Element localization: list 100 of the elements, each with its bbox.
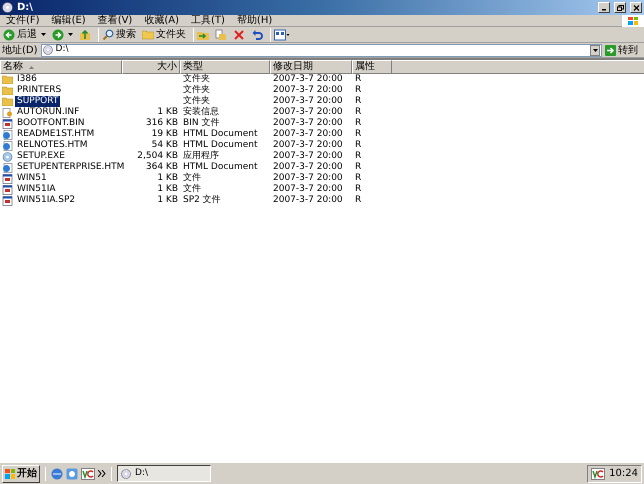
file-name[interactable]: RELNOTES.HTM [15, 140, 90, 151]
modified-date: 2007-3-7 20:00 [273, 184, 343, 194]
file-attributes: R [355, 195, 362, 205]
address-field[interactable]: D:\ [40, 44, 602, 56]
modified-date: 2007-3-7 20:00 [273, 195, 343, 205]
caret-icon [592, 48, 598, 52]
file-type: 文件 [183, 173, 201, 183]
app-icon[interactable] [81, 468, 95, 480]
copy-icon [215, 28, 227, 40]
file-attributes: R [355, 162, 362, 172]
browser-globe-icon[interactable] [51, 468, 63, 480]
windows-logo-icon [622, 14, 644, 26]
modified-date: 2007-3-7 20:00 [273, 74, 343, 84]
file-attributes: R [355, 151, 362, 161]
app-icon[interactable] [591, 468, 606, 480]
menu-item[interactable]: 工具(T) [191, 13, 225, 28]
file-name[interactable]: SETUP.EXE [15, 151, 67, 162]
disc-drive-icon [2, 2, 13, 13]
taskbar-window-button[interactable]: D:\ [117, 465, 211, 482]
disc-drive-icon [121, 468, 131, 478]
file-name[interactable]: SUPPORT [15, 96, 60, 107]
file-name[interactable]: README1ST.HTM [15, 129, 96, 140]
file-attributes: R [355, 140, 362, 150]
minimize-button[interactable] [598, 2, 610, 13]
file-size: 1 KB [157, 107, 178, 118]
file-size: 1 KB [157, 184, 178, 195]
undo-icon [251, 28, 263, 40]
disc-drive-icon [42, 45, 53, 55]
file-name[interactable]: WIN51IA [15, 184, 58, 195]
search-button[interactable]: 搜索 [101, 27, 137, 42]
close-icon [632, 4, 640, 10]
file-name[interactable]: WIN51 [15, 173, 49, 184]
file-attributes: R [355, 184, 362, 194]
clock: 10:24 [609, 467, 638, 481]
menu-item[interactable]: 查看(V) [98, 13, 132, 28]
views-grid-icon [274, 28, 290, 40]
file-type: 文件夹 [183, 74, 210, 84]
column-header[interactable]: 名称 [0, 60, 122, 74]
file-name[interactable]: SETUPENTERPRISE.HTM [15, 162, 126, 173]
chevron-icon[interactable] [98, 470, 106, 477]
windows-logo-icon [5, 468, 15, 478]
undo-button[interactable] [250, 28, 264, 40]
menu-item[interactable]: 帮助(H) [236, 13, 272, 28]
folder-icon [2, 86, 13, 95]
column-header[interactable]: 类型 [180, 60, 270, 74]
file-type: HTML Document [183, 162, 258, 172]
close-button[interactable] [630, 2, 642, 13]
modified-date: 2007-3-7 20:00 [273, 140, 343, 150]
forward-arrow-icon [52, 28, 64, 40]
restore-icon [616, 4, 624, 10]
column-header[interactable]: 修改日期 [270, 60, 352, 74]
file-size: 316 KB [146, 118, 178, 129]
file-attributes: R [355, 129, 362, 139]
file-attributes: R [355, 107, 362, 117]
modified-date: 2007-3-7 20:00 [273, 85, 343, 95]
file-type: 安装信息 [183, 107, 219, 117]
modified-date: 2007-3-7 20:00 [273, 129, 343, 139]
go-button[interactable]: 转到 [605, 42, 642, 58]
delete-button[interactable] [232, 28, 246, 40]
file-size: 1 KB [157, 195, 178, 206]
file-size: 19 KB [152, 129, 178, 140]
file-attributes: R [355, 74, 362, 84]
file-type: SP2 文件 [183, 195, 221, 205]
file-size: 54 KB [152, 140, 178, 151]
views-button[interactable] [273, 28, 291, 40]
folders-button[interactable]: 文件夹 [141, 27, 187, 42]
menu-item[interactable]: 收藏(A) [144, 13, 179, 28]
column-header[interactable]: 大小 [122, 60, 180, 74]
folder-up-icon [79, 28, 91, 40]
forward-button[interactable] [51, 28, 74, 40]
file-type: 文件夹 [183, 96, 210, 106]
file-name[interactable]: AUTORUN.INF [15, 107, 82, 118]
file-type: BIN 文件 [183, 118, 220, 128]
up-button[interactable] [78, 28, 92, 40]
go-arrow-icon [605, 44, 616, 56]
file-size: 2,504 KB [137, 151, 178, 162]
file-type: HTML Document [183, 140, 258, 150]
copy-button[interactable] [214, 28, 228, 40]
file-attributes: R [355, 96, 362, 106]
menu-item[interactable]: 文件(F) [6, 13, 40, 28]
file-attributes: R [355, 118, 362, 128]
file-name[interactable]: PRINTERS [15, 85, 64, 96]
file-name[interactable]: I386 [15, 74, 39, 85]
back-button[interactable]: 后退 [2, 27, 47, 42]
file-name[interactable]: BOOTFONT.BIN [15, 118, 87, 129]
modified-date: 2007-3-7 20:00 [273, 118, 343, 128]
caret-icon [68, 33, 73, 36]
file-type: 应用程序 [183, 151, 219, 161]
back-arrow-icon [3, 28, 15, 40]
restore-button[interactable] [614, 2, 626, 13]
search-icon [102, 28, 114, 40]
menu-item[interactable]: 编辑(E) [52, 13, 86, 28]
file-name[interactable]: WIN51IA.SP2 [15, 195, 78, 206]
file-type: HTML Document [183, 129, 258, 139]
dropdown-button[interactable] [590, 44, 600, 56]
column-header[interactable]: 属性 [352, 60, 392, 74]
modified-date: 2007-3-7 20:00 [273, 151, 343, 161]
modified-date: 2007-3-7 20:00 [273, 162, 343, 172]
modified-date: 2007-3-7 20:00 [273, 96, 343, 106]
start-button[interactable]: 开始 [2, 464, 40, 482]
